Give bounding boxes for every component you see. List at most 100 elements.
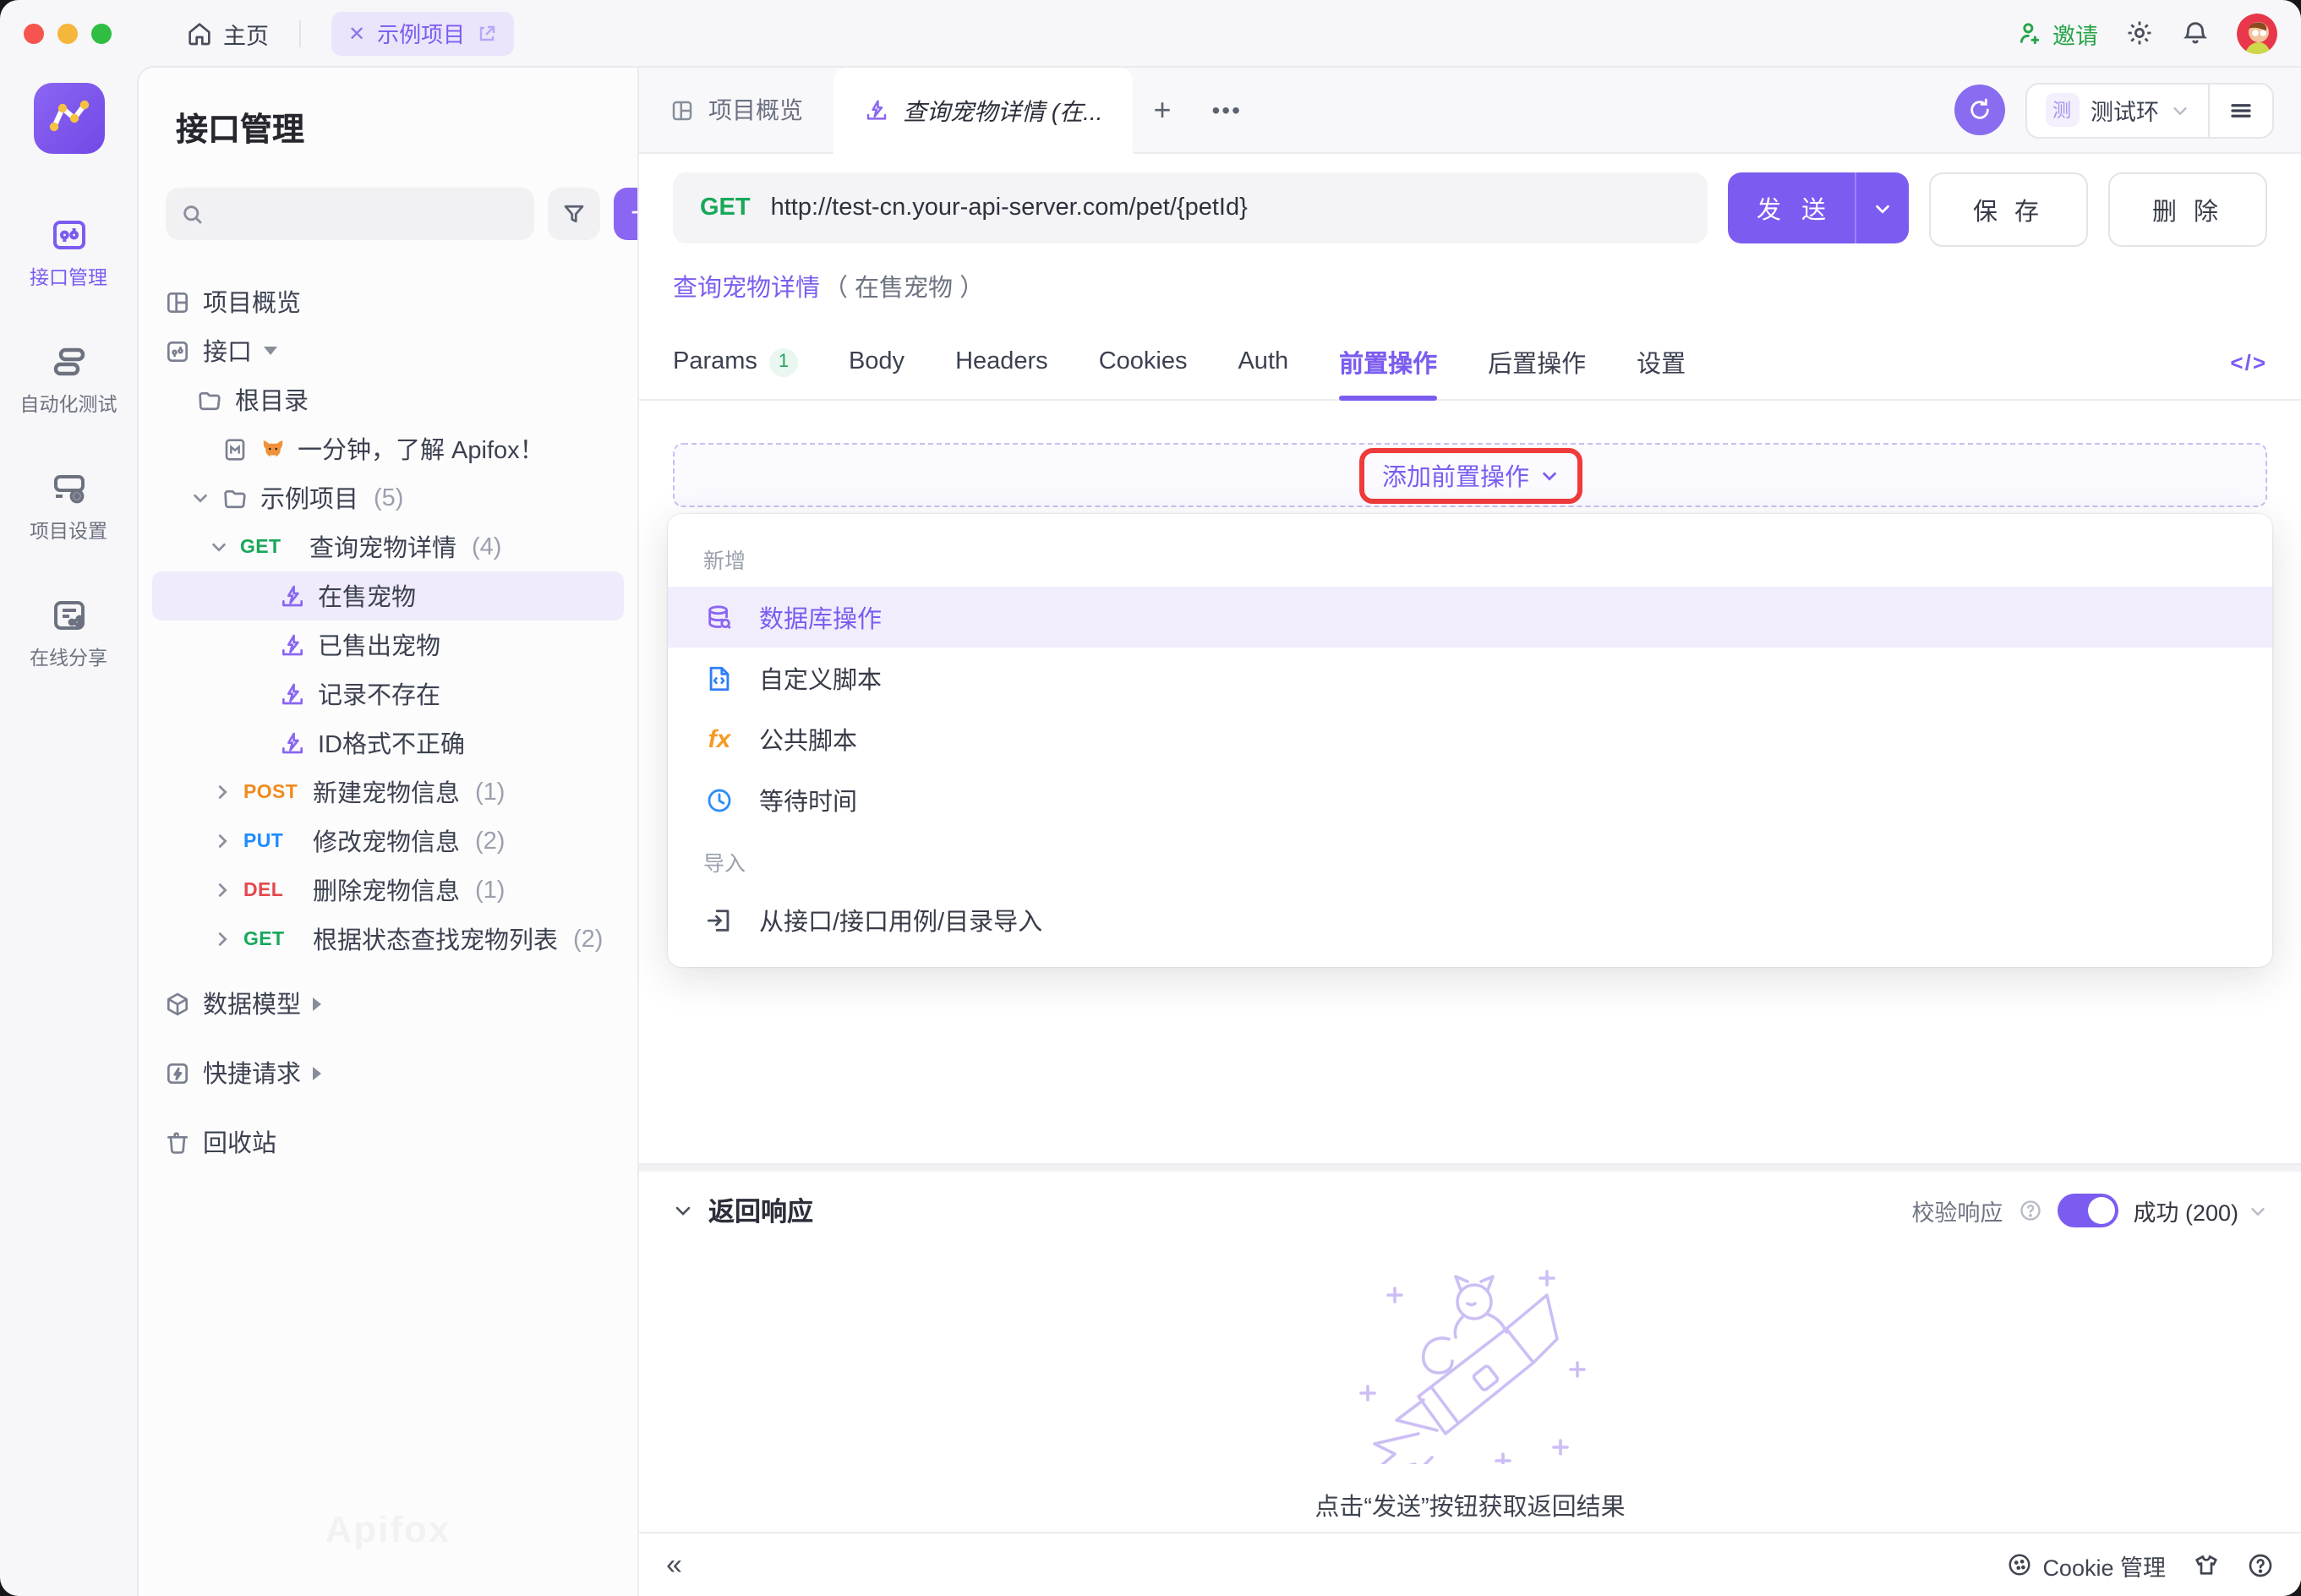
apifox-logo[interactable] [33,83,104,154]
settings-gear-icon[interactable] [2125,19,2154,47]
tree-case-on-sale-pet[interactable]: 在售宠物 [152,571,624,620]
tree-api-put-update-pet[interactable]: PUT 修改宠物信息 (2) [139,817,637,866]
tab-body[interactable]: Body [849,325,905,399]
menu-item-wait-time[interactable]: 等待时间 [668,769,2272,830]
project-tab-label: 示例项目 [377,17,465,49]
url-input[interactable]: GET http://test-cn.your-api-server.com/p… [673,172,1708,243]
chevron-down-icon[interactable] [210,538,228,556]
collapse-sidebar-icon[interactable]: « [666,1548,682,1582]
invite-user-icon [2017,19,2044,46]
menu-item-public-script[interactable]: fx 公共脚本 [668,708,2272,769]
online-sharing-icon [48,595,89,636]
search-box[interactable] [166,188,534,240]
zoom-window-button[interactable] [91,23,112,43]
send-dropdown-button[interactable] [1855,172,1909,243]
tree-api-post-create-pet[interactable]: POST 新建宠物信息 (1) [139,768,637,817]
tree-section-data-models[interactable]: 数据模型 [139,979,637,1028]
tree-case-bad-id-format[interactable]: ID格式不正确 [139,719,637,768]
tree-api-get-find-pets-by-status[interactable]: GET 根据状态查找宠物列表 (2) [139,915,637,964]
add-button[interactable]: + [614,188,639,240]
tab-overflow-button[interactable]: ••• [1192,68,1262,152]
code-view-icon[interactable]: </> [2230,349,2267,374]
tree-section-quick-request[interactable]: 快捷请求 [139,1048,637,1097]
add-pre-operation-button[interactable]: 添加前置操作 [1382,457,1558,493]
send-button[interactable]: 发 送 [1728,172,1855,243]
search-input[interactable] [215,200,519,228]
tree-section-trash[interactable]: 回收站 [139,1118,637,1167]
theme-shirt-icon[interactable] [2193,1551,2220,1578]
tab-auth[interactable]: Auth [1238,325,1288,399]
tree-section-apis[interactable]: 接口 [139,326,637,375]
rail-item-api-management[interactable]: 接口管理 [30,215,107,291]
document-tab-bar: 项目概览 查询宠物详情 (在... + ••• 测 测试环 [639,68,2301,154]
cookie-manager-button[interactable]: Cookie 管理 [2007,1548,2166,1582]
tab-pre-operations[interactable]: 前置操作 [1339,325,1437,399]
tab-settings[interactable]: 设置 [1637,325,1686,399]
cookie-icon [2007,1552,2032,1577]
filter-button[interactable] [548,188,600,240]
help-circle-icon[interactable] [2247,1551,2274,1578]
url-text[interactable]: http://test-cn.your-api-server.com/pet/{… [771,194,1248,221]
doc-tab-project-overview[interactable]: 项目概览 [639,68,833,152]
tree-case-sold-pet[interactable]: 已售出宠物 [139,620,637,670]
tab-post-operations[interactable]: 后置操作 [1488,325,1586,399]
tree-folder-root[interactable]: 根目录 [139,375,637,424]
chevron-right-icon[interactable] [213,930,232,948]
new-tab-button[interactable]: + [1133,68,1191,152]
rail-item-online-sharing[interactable]: 在线分享 [30,595,107,671]
doc-tab-get-pet-detail[interactable]: 查询宠物详情 (在... [833,68,1133,154]
breadcrumb-link[interactable]: 查询宠物详情 [673,269,820,304]
delete-button[interactable]: 删 除 [2108,172,2267,247]
chevron-right-icon[interactable] [213,783,232,801]
trash-icon [164,1129,191,1156]
rail-item-project-settings[interactable]: 项目设置 [30,468,107,544]
tree-api-del-delete-pet[interactable]: DEL 删除宠物信息 (1) [139,866,637,915]
chevron-right-icon[interactable] [213,881,232,899]
invite-button[interactable]: 邀请 [2017,16,2098,50]
minimize-window-button[interactable] [57,23,78,43]
response-status-selector[interactable]: 成功 (200) [2133,1194,2267,1227]
api-case-icon [279,582,306,609]
module-rail: 接口管理 自动化测试 项目设置 在线分享 [0,66,137,1596]
markdown-doc-icon [221,435,249,462]
panel-title: 接口管理 [139,105,637,150]
method-label[interactable]: GET [700,194,751,221]
chevron-right-icon[interactable] [213,832,232,850]
tab-params[interactable]: Params 1 [673,325,798,399]
notifications-bell-icon[interactable] [2181,19,2210,47]
rail-label: 自动化测试 [20,391,118,418]
request-header: GET http://test-cn.your-api-server.com/p… [639,154,2301,325]
menu-item-database-operation[interactable]: 数据库操作 [668,587,2272,648]
method-badge: GET [243,929,301,949]
sync-button[interactable] [1954,85,2004,135]
response-section-header[interactable]: 返回响应 校验响应 成功 (200) [639,1172,2301,1249]
close-tab-icon[interactable]: ✕ [348,21,365,45]
close-window-button[interactable] [24,23,44,43]
caret-right-icon[interactable] [313,1066,321,1079]
tree-api-get-pet-detail[interactable]: GET 查询宠物详情 (4) [139,522,637,571]
external-link-icon[interactable] [477,23,497,43]
menu-item-custom-script[interactable]: 自定义脚本 [668,648,2272,708]
fox-rocket-illustration [1343,1258,1597,1464]
tree-case-record-not-exist[interactable]: 记录不存在 [139,670,637,719]
user-avatar[interactable] [2237,13,2277,53]
help-circle-icon[interactable] [2018,1199,2041,1222]
tab-cookies[interactable]: Cookies [1099,325,1188,399]
save-button[interactable]: 保 存 [1929,172,2088,247]
caret-down-icon[interactable] [264,347,277,355]
project-tab[interactable]: ✕ 示例项目 [331,11,514,55]
environment-menu-button[interactable] [2210,97,2272,123]
rail-item-automated-testing[interactable]: 自动化测试 [20,342,118,418]
tree-folder-sample-project[interactable]: 示例项目 (5) [139,473,637,522]
caret-right-icon[interactable] [313,997,321,1010]
menu-item-import-from-api[interactable]: 从接口/接口用例/目录导入 [668,889,2272,950]
add-pre-operation-menu: 新增 数据库操作 自定义脚本 fx [668,514,2272,967]
home-button[interactable]: 主页 [186,16,269,50]
tree-item-project-overview[interactable]: 项目概览 [139,277,637,326]
tab-headers[interactable]: Headers [955,325,1048,399]
chevron-down-icon [2249,1201,2267,1220]
validate-response-toggle[interactable] [2057,1194,2118,1227]
tree-doc-intro[interactable]: 一分钟，了解 Apifox！ [139,424,637,473]
environment-selector[interactable]: 测 测试环 [2026,93,2208,127]
chevron-down-icon[interactable] [191,489,210,507]
